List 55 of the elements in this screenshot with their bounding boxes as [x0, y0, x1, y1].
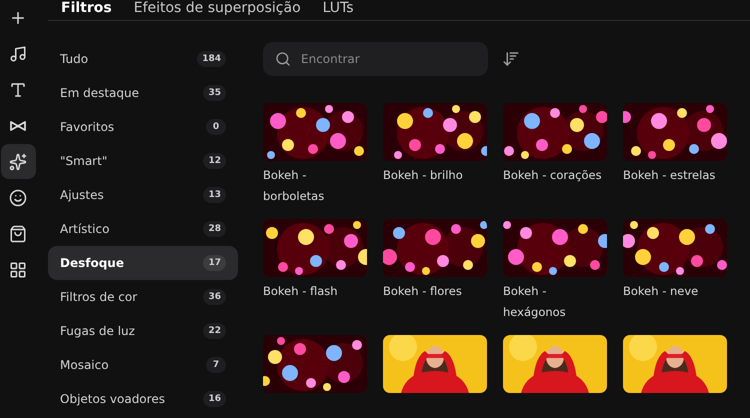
category-item[interactable]: Artístico 28: [48, 212, 238, 246]
count-badge: 17: [203, 255, 226, 271]
filter-name: Bokeh - flash: [263, 283, 339, 300]
tab[interactable]: LUTs: [322, 0, 354, 16]
text-icon: [9, 80, 27, 98]
count-badge: 0: [206, 119, 226, 135]
category-label: Objetos voadores: [60, 392, 165, 406]
category-item[interactable]: Tudo 184: [48, 42, 238, 76]
category-label: Filtros de cor: [60, 290, 138, 304]
category-item[interactable]: Desfoque 17: [48, 246, 238, 280]
sparkle-icon: [9, 152, 27, 170]
bowtie-icon: [9, 120, 27, 132]
category-label: "Smart": [60, 154, 108, 168]
category-item[interactable]: Mosaico 7: [48, 348, 238, 382]
count-badge: 36: [203, 289, 226, 305]
tab[interactable]: Efeitos de superposição: [134, 0, 301, 16]
count-badge: 35: [203, 85, 226, 101]
filter-name: Bokeh - flores: [383, 283, 463, 300]
count-badge: 28: [203, 221, 226, 237]
category-item[interactable]: Objetos voadores 16: [48, 382, 238, 416]
search-field[interactable]: Encontrar: [263, 42, 488, 76]
category-label: Em destaque: [60, 86, 140, 100]
count-badge: 16: [203, 391, 226, 407]
category-label: Artístico: [60, 222, 110, 236]
apps-icon: [9, 260, 27, 278]
category-label: Favoritos: [60, 120, 114, 134]
bag-icon: [9, 224, 27, 242]
filter-name: Bokeh - borboletas: [263, 167, 326, 205]
filter-name: Bokeh - corações: [503, 167, 603, 184]
tab[interactable]: Filtros: [61, 0, 112, 16]
category-item[interactable]: Fugas de luz 22: [48, 314, 238, 348]
count-badge: 7: [206, 357, 226, 373]
category-item[interactable]: Ajustes 13: [48, 178, 238, 212]
filter-name: Bokeh - estrelas: [623, 167, 716, 184]
category-label: Tudo: [60, 52, 88, 66]
category-item[interactable]: Favoritos 0: [48, 110, 238, 144]
category-item[interactable]: Em destaque 35: [48, 76, 238, 110]
category-item[interactable]: Filtros de cor 36: [48, 280, 238, 314]
count-badge: 22: [203, 323, 226, 339]
count-badge: 12: [203, 153, 226, 169]
category-label: Ajustes: [60, 188, 104, 202]
music-note-icon: [9, 44, 27, 62]
count-badge: 184: [197, 51, 226, 67]
filter-name: Bokeh - brilho: [383, 167, 464, 184]
category-label: Mosaico: [60, 358, 109, 372]
filter-name: Bokeh - hexágonos: [503, 283, 567, 321]
smiley-icon: [9, 188, 27, 206]
count-badge: 13: [203, 187, 226, 203]
sort-icon[interactable]: [502, 50, 520, 68]
category-label: Desfoque: [60, 256, 124, 270]
sidebar-button[interactable]: [0, 144, 36, 179]
filter-name: Bokeh - neve: [623, 283, 700, 300]
search-icon: [275, 51, 291, 67]
category-label: Fugas de luz: [60, 324, 135, 338]
category-item[interactable]: "Smart" 12: [48, 144, 238, 178]
